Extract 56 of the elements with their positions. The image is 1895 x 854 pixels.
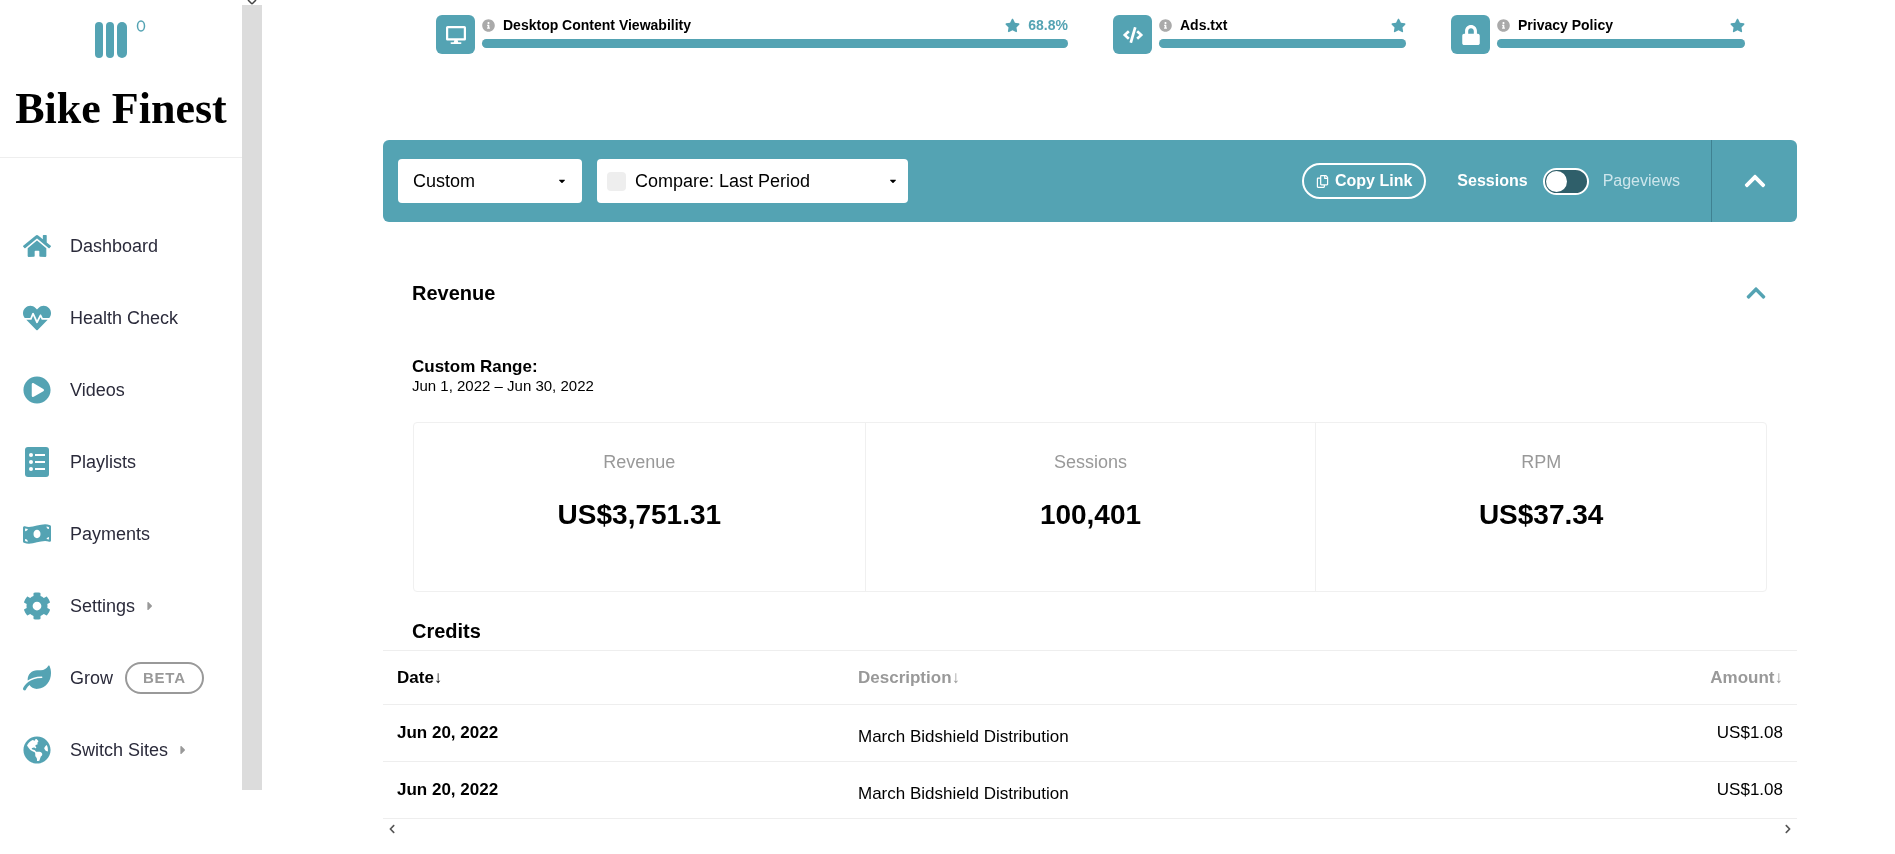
table-cell-text: Jun 20, 2022 [397,722,500,745]
sidebar-item[interactable]: Playlists [70,448,136,476]
sidebar-item[interactable]: Switch Sites [70,736,169,764]
stat-label: Revenue [603,451,676,474]
leaf-icon [23,664,51,692]
sidebar-item[interactable]: Health Check [70,304,179,332]
sidebar-item[interactable]: Grow [70,664,113,692]
range-select[interactable]: Custom [398,159,582,203]
table-cell-text: Jun 20, 2022 [397,779,500,802]
metric-title: Desktop Content Viewability [503,15,691,35]
toggle-label: Sessions [1457,171,1528,191]
info-icon[interactable] [1159,18,1172,32]
table-cell-text: March Bidshield Distribution [858,726,1070,749]
beta-badge: BETA [125,661,204,695]
copy-icon [1316,174,1329,188]
play-icon [23,376,51,404]
globe-icon [23,736,51,764]
scroll-right-icon[interactable] [1783,824,1793,834]
star-icon [1730,17,1745,33]
heartbeat-icon [23,304,51,332]
table-cell-text: US$1.08 [1715,779,1783,802]
sidebar-item[interactable]: Dashboard [70,232,159,260]
range-dates: Jun 1, 2022 – Jun 30, 2022 [412,377,595,395]
sidebar-item[interactable]: Videos [70,376,125,404]
site-title: Bike Finest [15,83,227,135]
metric-toggle[interactable] [1542,167,1589,195]
settings-icon [23,592,51,620]
section-title: Revenue [412,281,496,306]
column-header[interactable]: Date↓ [397,664,858,691]
scrollbar[interactable] [242,5,262,790]
monitor-icon [436,15,475,54]
stat-label: RPM [1521,451,1562,474]
section-title: Credits [412,619,482,644]
info-icon[interactable] [1497,18,1510,32]
list-icon [25,447,49,477]
toggle-label: Pageviews [1602,171,1680,191]
table-cell-text: US$1.08 [1715,722,1783,745]
info-icon[interactable] [482,18,495,32]
metric-title: Privacy Policy [1518,15,1613,35]
metric-value: 68.8% [1028,15,1068,35]
sidebar-item[interactable]: Settings [70,592,136,620]
stat-label: Sessions [1053,451,1127,474]
table-cell-text: March Bidshield Distribution [858,783,1070,806]
stat-value: US$37.34 [1478,498,1604,532]
star-icon [1005,17,1021,33]
scroll-left-icon[interactable] [387,824,397,834]
stat-value: 100,401 [1039,498,1142,532]
code-icon [1113,15,1152,54]
home-icon [23,232,51,260]
range-label: Custom Range: [412,357,539,377]
sidebar-item[interactable]: Payments [70,520,151,548]
star-icon [1391,17,1406,33]
compare-select[interactable]: Compare: Last Period [597,159,908,203]
lock-icon [1451,15,1490,54]
metric-title: Ads.txt [1180,15,1228,35]
stat-value: US$3,751.31 [557,498,722,532]
